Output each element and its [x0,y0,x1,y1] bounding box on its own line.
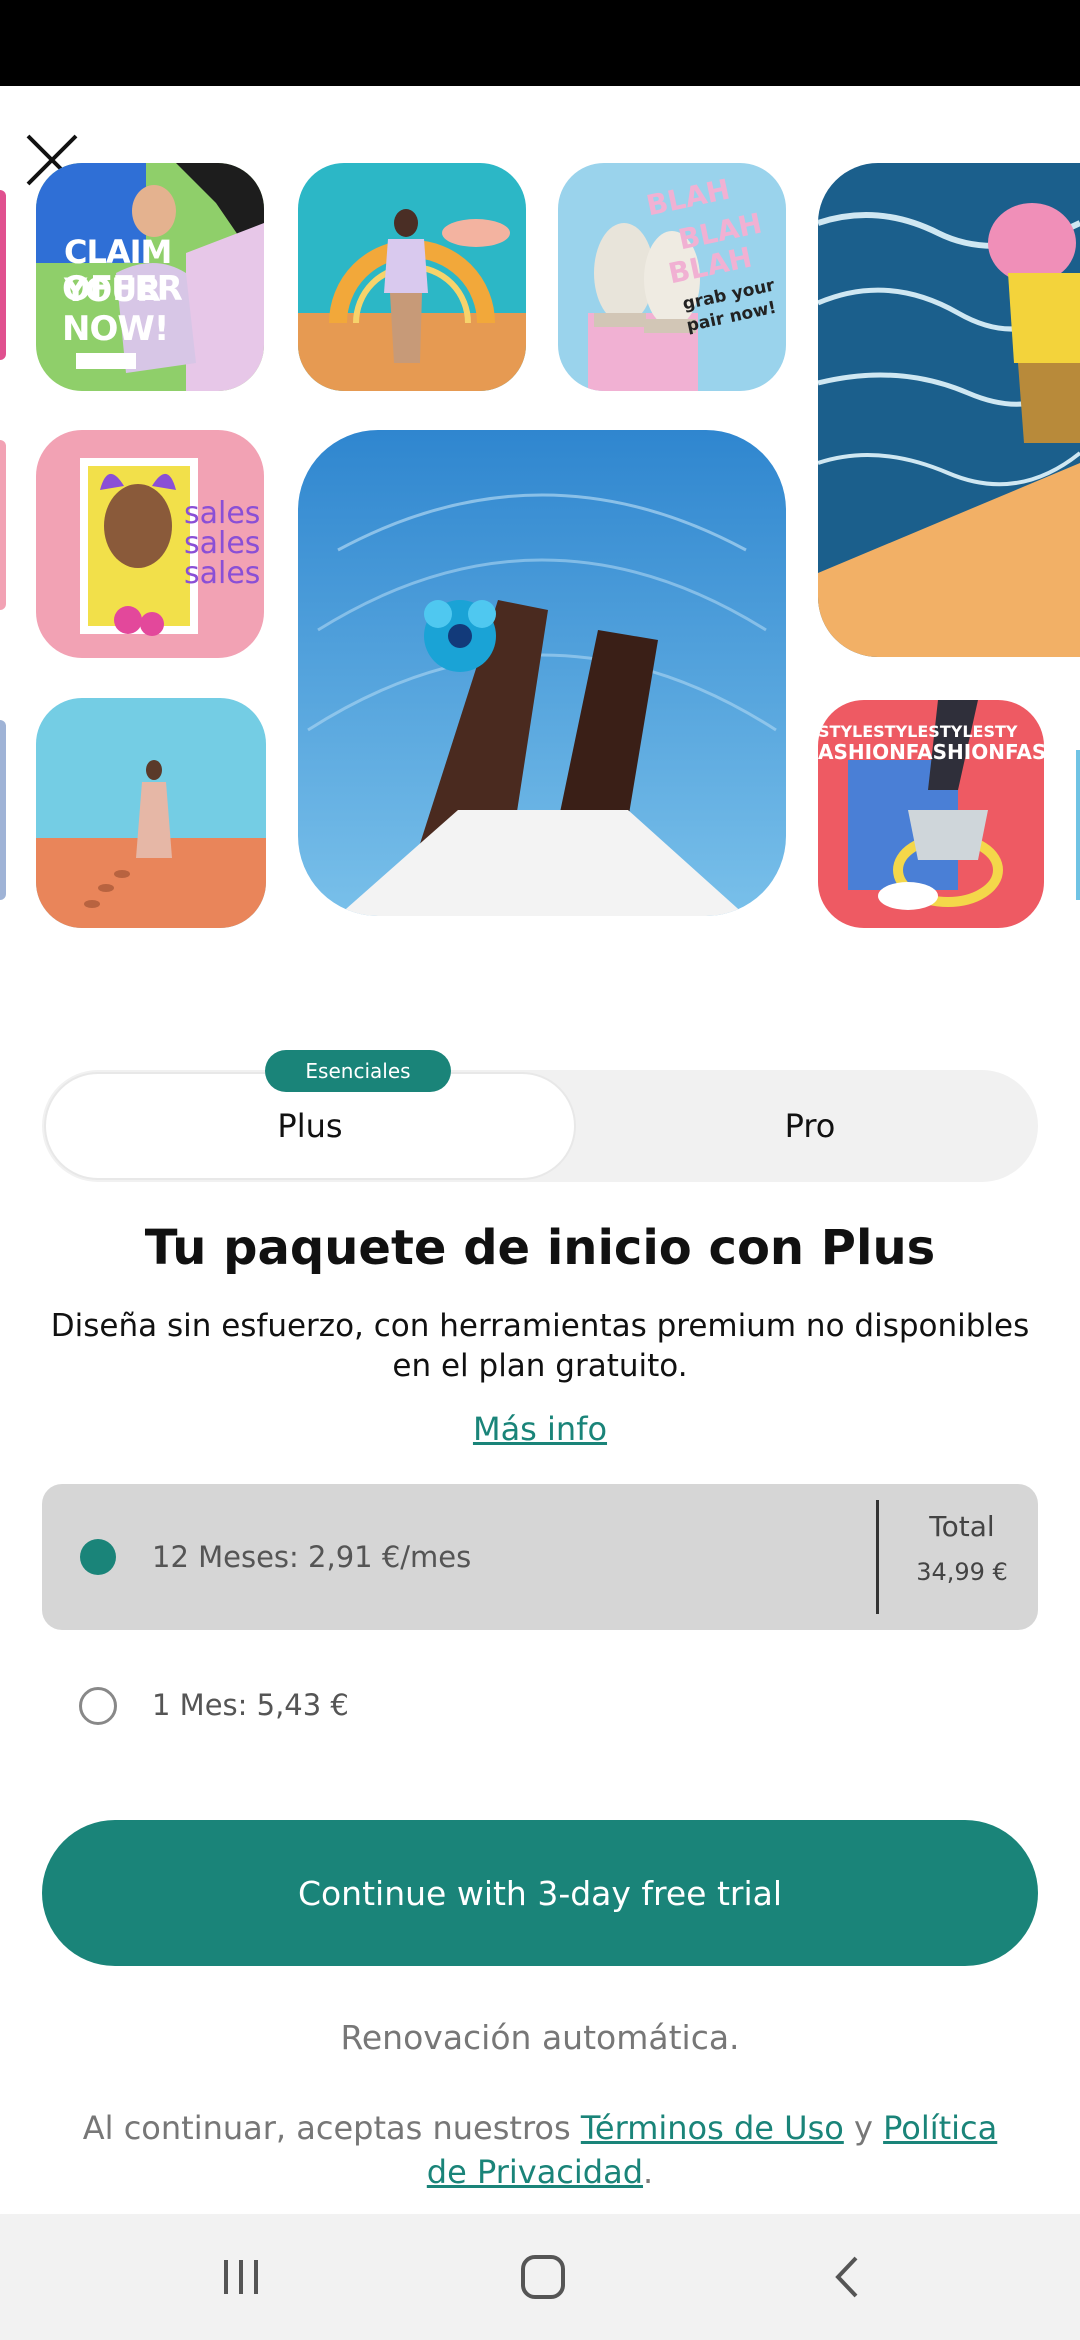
home-button[interactable] [508,2242,578,2312]
recents-icon [224,2260,258,2294]
renewal-text: Renovación automática. [340,2018,740,2057]
back-icon [835,2256,858,2298]
offer-title: Tu paquete de inicio con Plus [144,1220,936,1276]
template-tile-ocean[interactable] [818,163,1080,657]
total-value: 34,99 € [916,1558,1008,1586]
plan-toggle: Plus Pro [42,1070,1038,1182]
home-icon [521,2255,565,2299]
recents-button[interactable] [206,2242,276,2312]
divider [876,1500,879,1614]
tile-text: STYLESTYLESTYLESTY [818,722,1018,741]
terms-link[interactable]: Términos de Uso [581,2109,844,2147]
partial-tile [0,190,6,360]
template-tile-claim-offer[interactable]: CLAIM YOUR OFFER NOW! [36,163,264,391]
template-image [298,163,526,391]
template-image [818,163,1080,657]
template-tile-hands[interactable] [298,430,786,916]
partial-tile [0,440,6,610]
partial-tile [0,720,6,900]
template-tile-fashion[interactable]: STYLESTYLESTYLESTY ASHIONFASHIONFASHI [818,700,1044,928]
template-image [36,698,266,928]
radio-unselected[interactable] [79,1687,117,1725]
system-nav-bar [0,2214,1080,2340]
back-button[interactable] [812,2242,882,2312]
option-12-months[interactable]: 12 Meses: 2,91 €/mes Total 34,99 € [42,1484,1038,1630]
status-bar [0,0,1080,86]
tile-text: OFFER NOW! [62,269,183,349]
legal-suffix: . [643,2153,654,2191]
template-tile-sales[interactable]: sales sales sales [36,430,264,658]
offer-subtitle: Diseña sin esfuerzo, con herramientas pr… [50,1308,1030,1384]
continue-trial-button[interactable]: Continue with 3-day free trial [42,1820,1038,1966]
option-label: 12 Meses: 2,91 €/mes [152,1540,472,1574]
legal-prefix: Al continuar, aceptas nuestros [82,2109,571,2147]
more-info-link[interactable]: Más info [0,1410,1080,1448]
option-1-month[interactable]: 1 Mes: 5,43 € [42,1650,1038,1760]
esenciales-badge: Esenciales [265,1050,451,1092]
template-image [298,430,786,916]
total-label: Total [929,1510,995,1543]
template-tile-sneakers[interactable]: BLAH BLAH BLAH grab your pair now! [558,163,786,391]
template-tile-arch[interactable] [298,163,526,391]
tile-text: sales [184,556,261,591]
partial-tile [1076,750,1080,900]
radio-selected[interactable] [80,1539,116,1575]
option-label: 1 Mes: 5,43 € [152,1688,349,1722]
template-tile-desert[interactable] [36,698,266,928]
legal-text: Al continuar, aceptas nuestros Términos … [60,2106,1020,2194]
tile-text: ASHIONFASHIONFASHI [818,740,1044,764]
tab-pro[interactable]: Pro [582,1070,1038,1182]
legal-and: y [853,2109,873,2147]
